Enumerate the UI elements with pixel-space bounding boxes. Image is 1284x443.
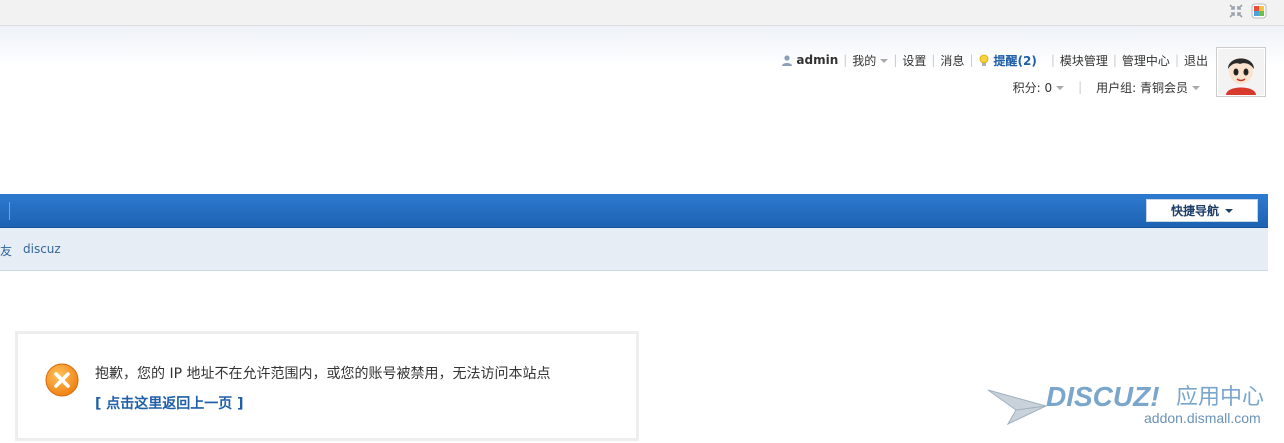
settings-link[interactable]: 设置 <box>902 52 926 69</box>
main-nav-bar: 快捷导航 <box>0 194 1268 228</box>
separator: | <box>1050 53 1055 67</box>
separator: | <box>1078 80 1083 94</box>
subnav-link-friend[interactable]: 友 <box>0 242 12 259</box>
avatar-image <box>1218 49 1264 95</box>
quick-nav-label: 快捷导航 <box>1170 204 1219 218</box>
nav-divider <box>9 202 10 220</box>
quick-nav-button[interactable]: 快捷导航 <box>1146 199 1258 222</box>
page: admin | 我的 | 设置 | 消息 | 提醒(2) | 模块管理 | 管理… <box>0 0 1284 443</box>
go-back-link[interactable]: [ 点击这里返回上一页 ] <box>95 393 244 413</box>
user-status-bar: 积分: 0 | 用户组: 青铜会员 <box>1013 79 1200 95</box>
collapse-arrows-icon[interactable] <box>1228 3 1244 19</box>
lightbulb-icon <box>980 54 989 66</box>
user-icon <box>782 55 793 66</box>
separator: | <box>1174 53 1179 67</box>
sub-nav-bar: 友 discuz <box>0 228 1268 271</box>
top-utility-strip <box>0 0 1284 26</box>
subnav-link-discuz[interactable]: discuz <box>23 242 61 256</box>
separator: | <box>969 53 974 67</box>
error-message-box: 抱歉，您的 IP 地址不在允许范围内，或您的账号被禁用，无法访问本站点 [ 点击… <box>15 331 639 441</box>
watermark-domain: addon.dismall.com <box>1144 410 1261 426</box>
separator: | <box>931 53 936 67</box>
chevron-down-icon <box>1225 208 1233 213</box>
mine-menu[interactable]: 我的 <box>852 52 888 69</box>
watermark-logo-cn: 应用中心 <box>1176 385 1264 410</box>
error-message-text: 抱歉，您的 IP 地址不在允许范围内，或您的账号被禁用，无法访问本站点 <box>95 366 551 382</box>
separator: | <box>893 53 898 67</box>
separator: | <box>843 53 848 67</box>
username-link[interactable]: admin <box>796 53 838 67</box>
color-palette-icon[interactable] <box>1251 3 1267 19</box>
admin-center-link[interactable]: 管理中心 <box>1122 52 1170 69</box>
credits-menu[interactable]: 积分: 0 <box>1013 79 1065 96</box>
logout-link[interactable]: 退出 <box>1184 52 1208 69</box>
notices-link[interactable]: 提醒(2) <box>993 52 1036 69</box>
module-manage-link[interactable]: 模块管理 <box>1060 52 1108 69</box>
separator: | <box>1112 53 1117 67</box>
watermark-logo-text: DISCUZ! <box>1046 381 1160 412</box>
user-toolbar: admin | 我的 | 设置 | 消息 | 提醒(2) | 模块管理 | 管理… <box>781 52 1208 68</box>
avatar[interactable] <box>1216 47 1266 97</box>
error-x-icon <box>45 363 79 397</box>
user-group-menu[interactable]: 用户组: 青铜会员 <box>1096 79 1200 96</box>
messages-link[interactable]: 消息 <box>940 52 964 69</box>
